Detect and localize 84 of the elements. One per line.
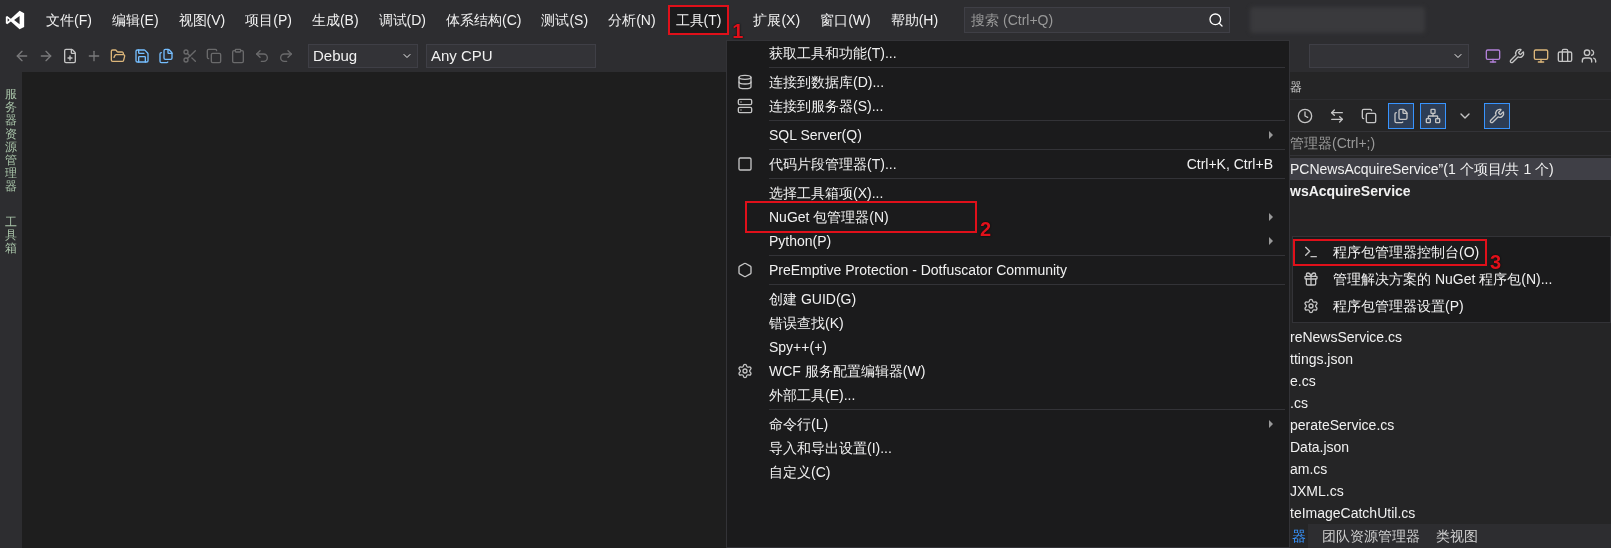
menu-item[interactable]: 创建 GUID(G) (727, 287, 1289, 311)
tree-item[interactable]: perateService.cs (1290, 414, 1611, 436)
callout-number: 2 (979, 219, 991, 239)
highlight-frame (667, 5, 730, 35)
configuration-dropdown[interactable]: Debug (308, 44, 418, 68)
tree-item[interactable]: teImageCatchUtil.cs (1290, 502, 1611, 524)
menu-bar-item[interactable]: 扩展(X) (745, 5, 809, 35)
menu-bar-item[interactable]: 窗口(W) (812, 5, 879, 35)
menu-item[interactable]: SQL Server(Q) (727, 123, 1289, 147)
menu-item-icon (737, 363, 753, 379)
logo-icon[interactable] (4, 9, 26, 31)
menu-item[interactable]: 获取工具和功能(T)... (727, 41, 1289, 65)
menu-bar-item[interactable]: 生成(B) (303, 5, 367, 35)
menu-item[interactable]: Spy++(+) (727, 335, 1289, 359)
search-icon (1208, 12, 1225, 28)
panel-tab[interactable]: 类视图 (1434, 524, 1480, 548)
menu-item[interactable]: 命令行(L) (727, 412, 1289, 436)
copy-icon (1361, 107, 1377, 124)
menu-item[interactable]: 外部工具(E)... (727, 383, 1289, 407)
menu-item-icon (1303, 244, 1319, 260)
tree-item[interactable]: Data.json (1290, 436, 1611, 458)
tree-item[interactable]: JXML.cs (1290, 480, 1611, 502)
menu-item[interactable]: 连接到数据库(D)... (727, 70, 1289, 94)
menu-item[interactable]: 连接到服务器(S)... (727, 94, 1289, 118)
platform-dropdown[interactable]: Any CPU (426, 44, 596, 68)
save-icon[interactable] (134, 48, 150, 64)
callout-number: 3 (1490, 252, 1502, 272)
shortcut-text: Ctrl+K, Ctrl+B (1186, 154, 1273, 174)
menu-item[interactable]: WCF 服务配置编辑器(W) (727, 359, 1289, 383)
menu-bar-item[interactable]: 帮助(H) (882, 5, 947, 35)
tree-icon (1425, 107, 1441, 124)
open-folder-icon[interactable] (110, 48, 126, 64)
menu-bar-item[interactable]: 测试(S) (533, 5, 597, 35)
menu-item-icon (737, 74, 753, 90)
side-tab[interactable]: 工具箱 (5, 215, 17, 256)
menu-bar-item[interactable]: 分析(N) (600, 5, 664, 35)
tree-item[interactable]: reNewsService.cs (1290, 326, 1611, 348)
toolbar-button[interactable] (1484, 102, 1510, 129)
new-project-icon[interactable] (62, 48, 78, 64)
menu-item[interactable]: 代码片段管理器(T)... Ctrl+K, Ctrl+B (727, 152, 1289, 176)
menu-bar-item[interactable]: 视图(V) (170, 5, 234, 35)
menu-bar-item[interactable]: 调试(D) (370, 5, 434, 35)
callout-number: 1 (732, 21, 744, 41)
toolbar-button[interactable] (1388, 102, 1414, 129)
tree-item[interactable]: e.cs (1290, 370, 1611, 392)
users-icon[interactable] (1581, 48, 1597, 64)
menu-bar-item[interactable]: 编辑(E) (103, 5, 167, 35)
monitor-icon[interactable] (1533, 48, 1549, 64)
save-all-icon[interactable] (158, 48, 174, 64)
menu-item-icon (1303, 298, 1319, 314)
wrench-icon[interactable] (1509, 48, 1525, 64)
menu-item-icon (737, 262, 753, 278)
menu-bar-item[interactable]: 体系结构(C) (438, 5, 530, 35)
menu-item[interactable]: 错误查找(K) (727, 311, 1289, 335)
menu-item[interactable]: 程序包管理器设置(P) (1293, 293, 1472, 320)
clock-icon (1297, 107, 1313, 124)
tree-item[interactable]: ttings.json (1290, 348, 1611, 370)
menu-bar-item[interactable]: 文件(F) (38, 5, 100, 35)
menu-item-icon (737, 98, 753, 114)
side-tab[interactable]: 服务器资源管理器 (5, 88, 17, 194)
search-field[interactable]: 管理器(Ctrl+;) (1290, 133, 1611, 154)
menu-item[interactable]: 程序包管理器控制台(O) (1293, 239, 1488, 266)
panel-tab[interactable]: 器 (1290, 524, 1308, 548)
menu-item[interactable]: 选择工具箱项(X)... (727, 181, 1289, 205)
toolbar-button[interactable] (1420, 102, 1446, 129)
menu-item[interactable]: PreEmptive Protection - Dotfuscator Community (727, 258, 1289, 282)
files-icon (1393, 107, 1409, 124)
monitor-icon[interactable] (1485, 48, 1501, 64)
menu-item[interactable]: 导入和导出设置(I)... (727, 436, 1289, 460)
search-field[interactable]: 搜索 (Ctrl+Q) (964, 7, 1231, 33)
tree-item[interactable]: wsAcquireService (1290, 180, 1611, 202)
tree-item[interactable]: .cs (1290, 392, 1611, 414)
tree-item[interactable]: am.cs (1290, 458, 1611, 480)
panel-title: 器 (1290, 78, 1302, 96)
menu-item-icon (737, 156, 753, 172)
menu-item-icon (1303, 271, 1319, 287)
startup-dropdown[interactable] (1309, 44, 1469, 68)
sync-icon (1329, 107, 1345, 124)
tree-item[interactable]: PCNewsAcquireService”(1 个项目/共 1 个) (1290, 158, 1611, 180)
briefcase-icon[interactable] (1557, 48, 1573, 64)
wrench-icon (1489, 107, 1505, 124)
panel-tab[interactable]: 团队资源管理器 (1320, 524, 1422, 548)
menu-item[interactable]: 自定义(C) (727, 460, 1289, 484)
menu-bar-item[interactable]: 项目(P) (237, 5, 300, 35)
